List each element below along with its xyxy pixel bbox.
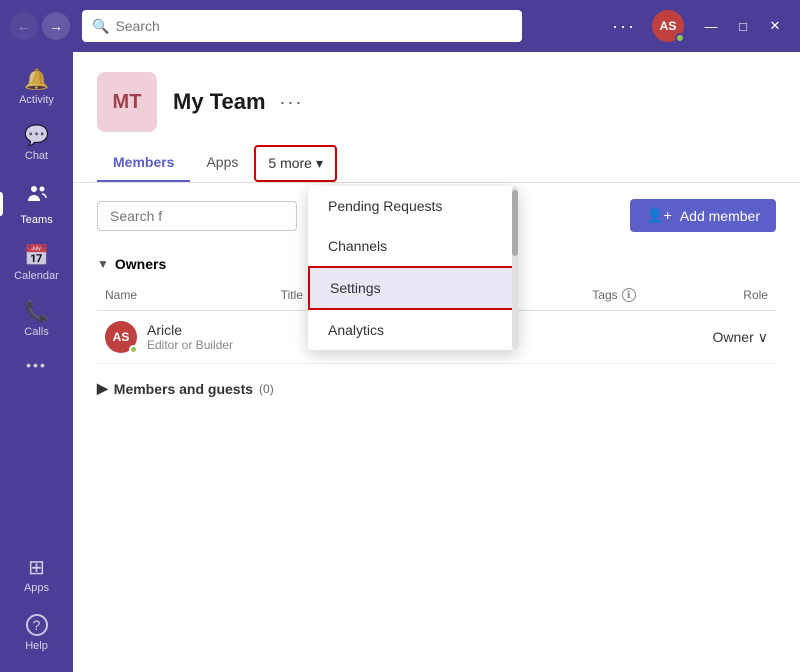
search-members-input[interactable] — [97, 201, 297, 231]
tab-more-button[interactable]: 5 more ▾ — [254, 145, 337, 182]
nav-forward-button[interactable]: → — [42, 12, 70, 40]
sidebar-item-calls[interactable]: 📞 Calls — [0, 292, 73, 348]
dropdown-scroll-thumb — [512, 190, 518, 256]
owners-section-label: Owners — [115, 256, 166, 272]
more-icon: ••• — [26, 358, 47, 372]
dropdown-item-analytics[interactable]: Analytics — [308, 310, 518, 350]
guests-section-label: Members and guests — [114, 381, 253, 397]
add-member-button[interactable]: 👤+ Add member — [630, 199, 776, 232]
sidebar-bottom: ⊞ Apps ? Help — [0, 548, 73, 672]
avatar-initials: AS — [660, 19, 677, 33]
tabs-row: Members Apps 5 more ▾ Pending Requests C… — [73, 144, 800, 183]
member-name-detail: Aricle Editor or Builder — [147, 322, 233, 352]
team-name: My Team — [173, 89, 266, 115]
guests-chevron-icon: ▶ — [97, 380, 108, 397]
sidebar-item-teams[interactable]: Teams — [0, 172, 73, 236]
chevron-down-icon: ▾ — [316, 155, 323, 172]
tags-info-icon[interactable]: ℹ — [622, 288, 636, 302]
content-area: MT My Team ··· Members Apps 5 more ▾ Pen… — [73, 52, 800, 672]
member-name: Aricle — [147, 322, 233, 338]
team-name-row: My Team ··· — [173, 89, 308, 115]
search-bar: 🔍 — [82, 10, 522, 42]
nav-buttons: ← → — [10, 12, 70, 40]
owners-chevron-icon: ▼ — [97, 257, 109, 271]
col-header-role: Role — [680, 284, 776, 306]
member-initials: AS — [113, 330, 130, 344]
search-icon: 🔍 — [92, 18, 109, 35]
dropdown-scrollbar[interactable] — [512, 186, 518, 350]
close-button[interactable]: ✕ — [760, 11, 790, 41]
col-header-tags: Tags ℹ — [584, 284, 680, 306]
member-subtitle: Editor or Builder — [147, 338, 233, 352]
window-controls: — □ ✕ — [696, 11, 790, 41]
col-header-name: Name — [97, 284, 273, 306]
title-bar-right: ··· AS — □ ✕ — [604, 10, 790, 42]
sidebar-item-apps[interactable]: ⊞ Apps — [0, 548, 73, 604]
help-icon: ? — [26, 614, 48, 636]
calls-icon: 📞 — [24, 302, 49, 322]
search-input[interactable] — [115, 18, 512, 34]
sidebar: 🔔 Activity 💬 Chat Teams 📅 Calendar 📞 — [0, 52, 73, 672]
col-tags-label: Tags — [592, 288, 617, 302]
nav-back-button[interactable]: ← — [10, 12, 38, 40]
team-avatar: MT — [97, 72, 157, 132]
member-online-indicator — [129, 345, 138, 354]
dropdown-item-channels[interactable]: Channels — [308, 226, 518, 266]
more-tab-label: 5 more — [268, 155, 312, 171]
avatar-button[interactable]: AS — [652, 10, 684, 42]
team-more-button[interactable]: ··· — [276, 92, 308, 113]
activity-icon: 🔔 — [24, 70, 49, 90]
member-role-dropdown[interactable]: Owner ∨ — [680, 329, 776, 346]
sidebar-label-help: Help — [25, 640, 48, 652]
sidebar-label-calendar: Calendar — [14, 270, 59, 282]
sidebar-item-more[interactable]: ••• — [0, 348, 73, 382]
dropdown-item-pending[interactable]: Pending Requests — [308, 186, 518, 226]
dropdown-menu: Pending Requests Channels Settings Analy… — [308, 186, 518, 350]
dropdown-item-settings[interactable]: Settings — [308, 266, 518, 310]
sidebar-label-calls: Calls — [24, 326, 48, 338]
member-avatar: AS — [105, 321, 137, 353]
sidebar-label-apps: Apps — [24, 582, 49, 594]
sidebar-label-teams: Teams — [20, 214, 52, 226]
teams-icon — [25, 182, 49, 210]
member-role-label: Owner — [713, 329, 754, 345]
team-info: My Team ··· — [173, 89, 308, 115]
tab-members[interactable]: Members — [97, 144, 190, 182]
tab-apps[interactable]: Apps — [190, 144, 254, 182]
guests-count: (0) — [259, 382, 274, 396]
main-layout: 🔔 Activity 💬 Chat Teams 📅 Calendar 📞 — [0, 52, 800, 672]
add-member-icon: 👤+ — [646, 207, 672, 224]
chat-icon: 💬 — [24, 126, 49, 146]
more-options-button[interactable]: ··· — [604, 12, 644, 41]
title-bar: ← → 🔍 ··· AS — □ ✕ — [0, 0, 800, 52]
sidebar-item-calendar[interactable]: 📅 Calendar — [0, 236, 73, 292]
calendar-icon: 📅 — [24, 246, 49, 266]
minimize-button[interactable]: — — [696, 11, 726, 41]
sidebar-item-chat[interactable]: 💬 Chat — [0, 116, 73, 172]
maximize-button[interactable]: □ — [728, 11, 758, 41]
apps-icon: ⊞ — [28, 558, 45, 578]
sidebar-item-activity[interactable]: 🔔 Activity — [0, 60, 73, 116]
team-header: MT My Team ··· — [73, 52, 800, 144]
add-member-label: Add member — [680, 208, 760, 224]
sidebar-label-activity: Activity — [19, 94, 54, 106]
guests-section-header[interactable]: ▶ Members and guests (0) — [97, 380, 776, 397]
avatar-online-indicator — [675, 33, 685, 43]
guests-section: ▶ Members and guests (0) — [97, 380, 776, 397]
sidebar-label-chat: Chat — [25, 150, 48, 162]
sidebar-item-help[interactable]: ? Help — [0, 604, 73, 662]
member-info: AS Aricle Editor or Builder — [97, 321, 273, 353]
member-role-chevron-icon: ∨ — [758, 329, 768, 346]
